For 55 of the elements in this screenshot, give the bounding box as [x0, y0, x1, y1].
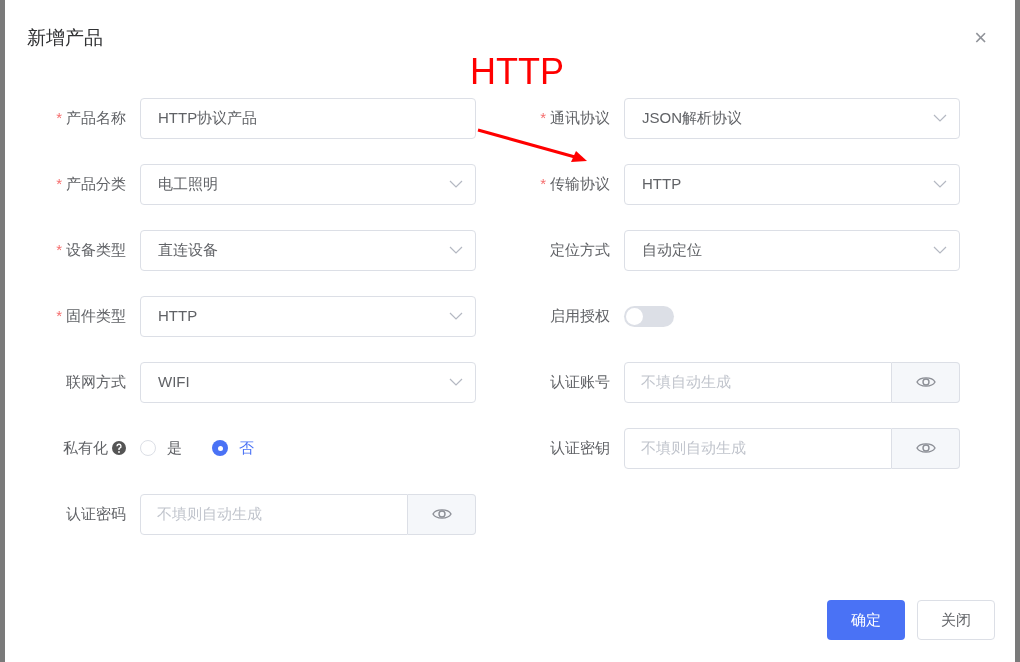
- field-label: 认证密钥: [550, 437, 610, 458]
- field-label: 设备类型: [66, 239, 126, 260]
- required-mark: *: [540, 173, 546, 194]
- field-label: 认证密码: [66, 503, 126, 524]
- annotation-text: HTTP: [470, 54, 564, 90]
- field-label: 传输协议: [550, 173, 610, 194]
- radio-option[interactable]: 否: [212, 436, 254, 460]
- close-button[interactable]: 关闭: [917, 600, 995, 640]
- radio-option[interactable]: 是: [140, 436, 182, 460]
- required-mark: *: [540, 107, 546, 128]
- chevron-down-icon: [449, 180, 463, 188]
- field-label: 定位方式: [550, 239, 610, 260]
- select-field[interactable]: 自动定位: [624, 229, 960, 271]
- chevron-down-icon: [449, 378, 463, 386]
- confirm-button[interactable]: 确定: [827, 600, 905, 640]
- field-label: 产品名称: [66, 107, 126, 128]
- field-label: 产品分类: [66, 173, 126, 194]
- select-value: 电工照明: [158, 173, 218, 194]
- chevron-down-icon: [933, 246, 947, 254]
- select-field[interactable]: WIFI: [140, 361, 476, 403]
- text-field[interactable]: HTTP协议产品: [140, 97, 476, 139]
- field-label: 认证账号: [550, 371, 610, 392]
- field-label: 通讯协议: [550, 107, 610, 128]
- field-label: 启用授权: [550, 305, 610, 326]
- required-mark: *: [56, 173, 62, 194]
- select-field[interactable]: HTTP: [624, 163, 960, 205]
- field-label: 联网方式: [66, 371, 126, 392]
- chevron-down-icon: [933, 180, 947, 188]
- eye-icon: [915, 441, 936, 455]
- select-value: HTTP: [642, 173, 682, 194]
- toggle-switch[interactable]: [624, 305, 674, 327]
- select-value: WIFI: [158, 371, 190, 392]
- show-password-button[interactable]: [892, 427, 960, 469]
- select-field[interactable]: HTTP: [140, 295, 476, 337]
- required-mark: *: [56, 239, 62, 260]
- eye-icon: [915, 375, 936, 389]
- dialog-title: 新增产品: [27, 26, 103, 50]
- select-value: HTTP: [158, 305, 198, 326]
- select-field[interactable]: 电工照明: [140, 163, 476, 205]
- select-field[interactable]: JSON解析协议: [624, 97, 960, 139]
- select-value: JSON解析协议: [642, 107, 742, 128]
- close-button[interactable]: ×: [974, 27, 987, 50]
- chevron-down-icon: [449, 246, 463, 254]
- select-value: 直连设备: [158, 239, 218, 260]
- select-field[interactable]: 直连设备: [140, 229, 476, 271]
- show-password-button[interactable]: [892, 361, 960, 403]
- required-mark: *: [56, 305, 62, 326]
- chevron-down-icon: [933, 114, 947, 122]
- eye-icon: [431, 507, 452, 521]
- field-label: 私有化: [63, 437, 108, 458]
- show-password-button[interactable]: [408, 493, 476, 535]
- field-label: 固件类型: [66, 305, 126, 326]
- chevron-down-icon: [449, 312, 463, 320]
- select-value: 自动定位: [642, 239, 702, 260]
- required-mark: *: [56, 107, 62, 128]
